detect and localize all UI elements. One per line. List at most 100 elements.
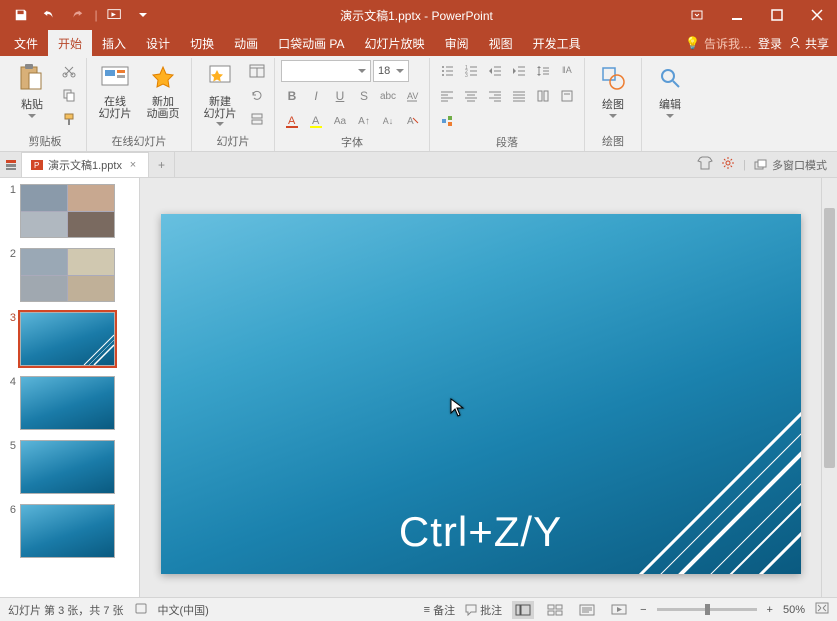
new-animation-page-button[interactable]: 新加 动画页	[141, 60, 185, 120]
tab-file[interactable]: 文件	[4, 30, 48, 56]
thumbnail-4[interactable]: 4	[4, 376, 135, 430]
zoom-in-icon[interactable]: +	[767, 604, 773, 616]
line-spacing-icon[interactable]	[532, 60, 554, 82]
slide-editor[interactable]: Ctrl+Z/Y	[140, 178, 821, 597]
align-text-icon[interactable]	[556, 85, 578, 107]
scrollbar-thumb[interactable]	[824, 208, 835, 468]
font-family-combo[interactable]	[281, 60, 371, 82]
thumb-number: 5	[4, 440, 16, 452]
copy-icon[interactable]	[58, 84, 80, 106]
reset-icon[interactable]	[246, 84, 268, 106]
cut-icon[interactable]	[58, 60, 80, 82]
numbering-icon[interactable]: 123	[460, 60, 482, 82]
clear-formatting-icon[interactable]: A	[401, 110, 423, 132]
tab-design[interactable]: 设计	[136, 30, 180, 56]
thumb-number: 6	[4, 504, 16, 516]
spell-check-icon[interactable]	[134, 601, 148, 618]
paste-button[interactable]: 粘贴	[10, 60, 54, 118]
zoom-level[interactable]: 50%	[783, 604, 805, 616]
zoom-slider[interactable]	[657, 608, 757, 611]
slide-sorter-view-icon[interactable]	[544, 601, 566, 619]
change-case-icon[interactable]: Aa	[329, 110, 351, 132]
slide-thumbnails-panel[interactable]: 1 2 3 4 5 6	[0, 178, 140, 597]
underline-icon[interactable]: U	[329, 85, 351, 107]
slideshow-view-icon[interactable]	[608, 601, 630, 619]
italic-icon[interactable]: I	[305, 85, 327, 107]
close-button[interactable]	[797, 0, 837, 30]
align-center-icon[interactable]	[460, 85, 482, 107]
shadow-icon[interactable]: abc	[377, 85, 399, 107]
add-tab-button[interactable]: +	[149, 152, 175, 177]
qat-dropdown-icon[interactable]	[130, 2, 156, 28]
undo-icon[interactable]	[36, 2, 62, 28]
tab-developer[interactable]: 开发工具	[523, 30, 591, 56]
fit-to-window-icon[interactable]	[815, 602, 829, 617]
thumbnail-5[interactable]: 5	[4, 440, 135, 494]
tab-transition[interactable]: 切换	[180, 30, 224, 56]
new-slide-button[interactable]: 新建 幻灯片	[198, 60, 242, 126]
tab-list-icon[interactable]	[0, 152, 22, 177]
justify-icon[interactable]	[508, 85, 530, 107]
highlight-icon[interactable]: A	[305, 110, 327, 132]
skin-icon[interactable]	[697, 156, 713, 173]
ribbon: 粘贴 剪贴板 在线 幻灯片 新加 动画页 在线幻灯片	[0, 56, 837, 152]
tell-me-search[interactable]: 💡 告诉我…	[685, 35, 752, 52]
font-size-combo[interactable]: 18	[373, 60, 409, 82]
decrease-font-icon[interactable]: A↓	[377, 110, 399, 132]
tab-insert[interactable]: 插入	[92, 30, 136, 56]
editing-button[interactable]: 编辑	[648, 60, 692, 118]
tab-review[interactable]: 审阅	[435, 30, 479, 56]
decrease-indent-icon[interactable]	[484, 60, 506, 82]
increase-indent-icon[interactable]	[508, 60, 530, 82]
slide-canvas[interactable]: Ctrl+Z/Y	[161, 214, 801, 574]
vertical-scrollbar[interactable]	[821, 178, 837, 597]
online-slides-button[interactable]: 在线 幻灯片	[93, 60, 137, 120]
thumbnail-6[interactable]: 6	[4, 504, 135, 558]
thumbnail-3[interactable]: 3	[4, 312, 135, 366]
minimize-button[interactable]	[717, 0, 757, 30]
font-color-icon[interactable]: A	[281, 110, 303, 132]
layout-icon[interactable]	[246, 60, 268, 82]
tab-view[interactable]: 视图	[479, 30, 523, 56]
tab-slideshow[interactable]: 幻灯片放映	[355, 30, 435, 56]
comments-button[interactable]: 批注	[465, 602, 502, 618]
language-indicator[interactable]: 中文(中国)	[158, 602, 209, 618]
thumbnail-1[interactable]: 1	[4, 184, 135, 238]
reading-view-icon[interactable]	[576, 601, 598, 619]
bold-icon[interactable]: B	[281, 85, 303, 107]
maximize-button[interactable]	[757, 0, 797, 30]
section-icon[interactable]	[246, 108, 268, 130]
tab-animation[interactable]: 动画	[224, 30, 268, 56]
align-left-icon[interactable]	[436, 85, 458, 107]
convert-smartart-icon[interactable]	[436, 110, 458, 132]
login-button[interactable]: 登录	[758, 35, 782, 52]
character-spacing-icon[interactable]: AV	[401, 85, 423, 107]
strikethrough-icon[interactable]: S	[353, 85, 375, 107]
paragraph-group-label: 段落	[436, 132, 578, 150]
zoom-slider-handle[interactable]	[705, 604, 710, 615]
save-icon[interactable]	[8, 2, 34, 28]
notes-button[interactable]: ≡ 备注	[424, 602, 455, 618]
zoom-out-icon[interactable]: −	[640, 604, 646, 616]
align-right-icon[interactable]	[484, 85, 506, 107]
multi-window-toggle[interactable]: 多窗口模式	[754, 157, 827, 173]
thumbnail-2[interactable]: 2	[4, 248, 135, 302]
document-tab[interactable]: P 演示文稿1.pptx ×	[22, 152, 149, 177]
share-button[interactable]: 共享	[788, 35, 829, 52]
tab-home[interactable]: 开始	[48, 30, 92, 56]
increase-font-icon[interactable]: A↑	[353, 110, 375, 132]
normal-view-icon[interactable]	[512, 601, 534, 619]
close-tab-icon[interactable]: ×	[126, 158, 140, 172]
start-from-beginning-icon[interactable]	[102, 2, 128, 28]
redo-icon[interactable]	[64, 2, 90, 28]
format-painter-icon[interactable]	[58, 108, 80, 130]
ribbon-display-icon[interactable]	[677, 0, 717, 30]
tab-pocket-animation[interactable]: 口袋动画 PA	[268, 30, 354, 56]
columns-icon[interactable]	[532, 85, 554, 107]
slide-text[interactable]: Ctrl+Z/Y	[399, 508, 562, 556]
slide-counter[interactable]: 幻灯片 第 3 张，共 7 张	[8, 602, 124, 618]
drawing-button[interactable]: 绘图	[591, 60, 635, 118]
text-direction-icon[interactable]: ‖A	[556, 60, 578, 82]
settings-gear-icon[interactable]	[721, 156, 735, 173]
bullets-icon[interactable]	[436, 60, 458, 82]
